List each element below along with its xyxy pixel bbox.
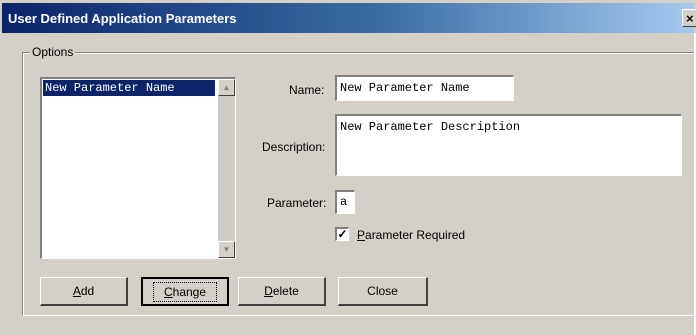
options-group-label: Options [30, 45, 76, 59]
delete-button[interactable]: Delete [238, 277, 326, 306]
list-item[interactable]: New Parameter Name [43, 80, 215, 96]
parameter-listbox[interactable]: New Parameter Name ▲ ▼ [40, 77, 236, 259]
scroll-down-button[interactable]: ▼ [218, 241, 235, 258]
checkmark-icon: ✓ [337, 227, 348, 241]
name-label: Name: [289, 83, 325, 97]
parameter-required-checkbox[interactable]: ✓ [335, 227, 349, 241]
listbox-scrollbar[interactable]: ▲ ▼ [218, 79, 235, 258]
dialog-window: User Defined Application Parameters × Op… [0, 0, 696, 335]
close-window-button[interactable]: × [682, 9, 696, 27]
close-button[interactable]: Close [338, 277, 428, 306]
title-bar[interactable]: User Defined Application Parameters × [2, 3, 696, 33]
name-input[interactable]: New Parameter Name [335, 75, 514, 101]
description-label: Description: [262, 140, 326, 154]
parameter-required-label[interactable]: Parameter Required [357, 228, 465, 242]
arrow-down-icon: ▼ [222, 245, 231, 254]
parameter-input[interactable]: a [335, 190, 355, 214]
window-title: User Defined Application Parameters [8, 11, 237, 26]
change-button[interactable]: Change [141, 277, 229, 306]
arrow-up-icon: ▲ [222, 83, 231, 92]
add-button[interactable]: Add [40, 277, 128, 306]
description-textarea[interactable]: New Parameter Description [335, 114, 682, 176]
parameter-label: Parameter: [267, 196, 327, 210]
scroll-up-button[interactable]: ▲ [218, 79, 235, 96]
focus-rect: Change [152, 282, 218, 302]
